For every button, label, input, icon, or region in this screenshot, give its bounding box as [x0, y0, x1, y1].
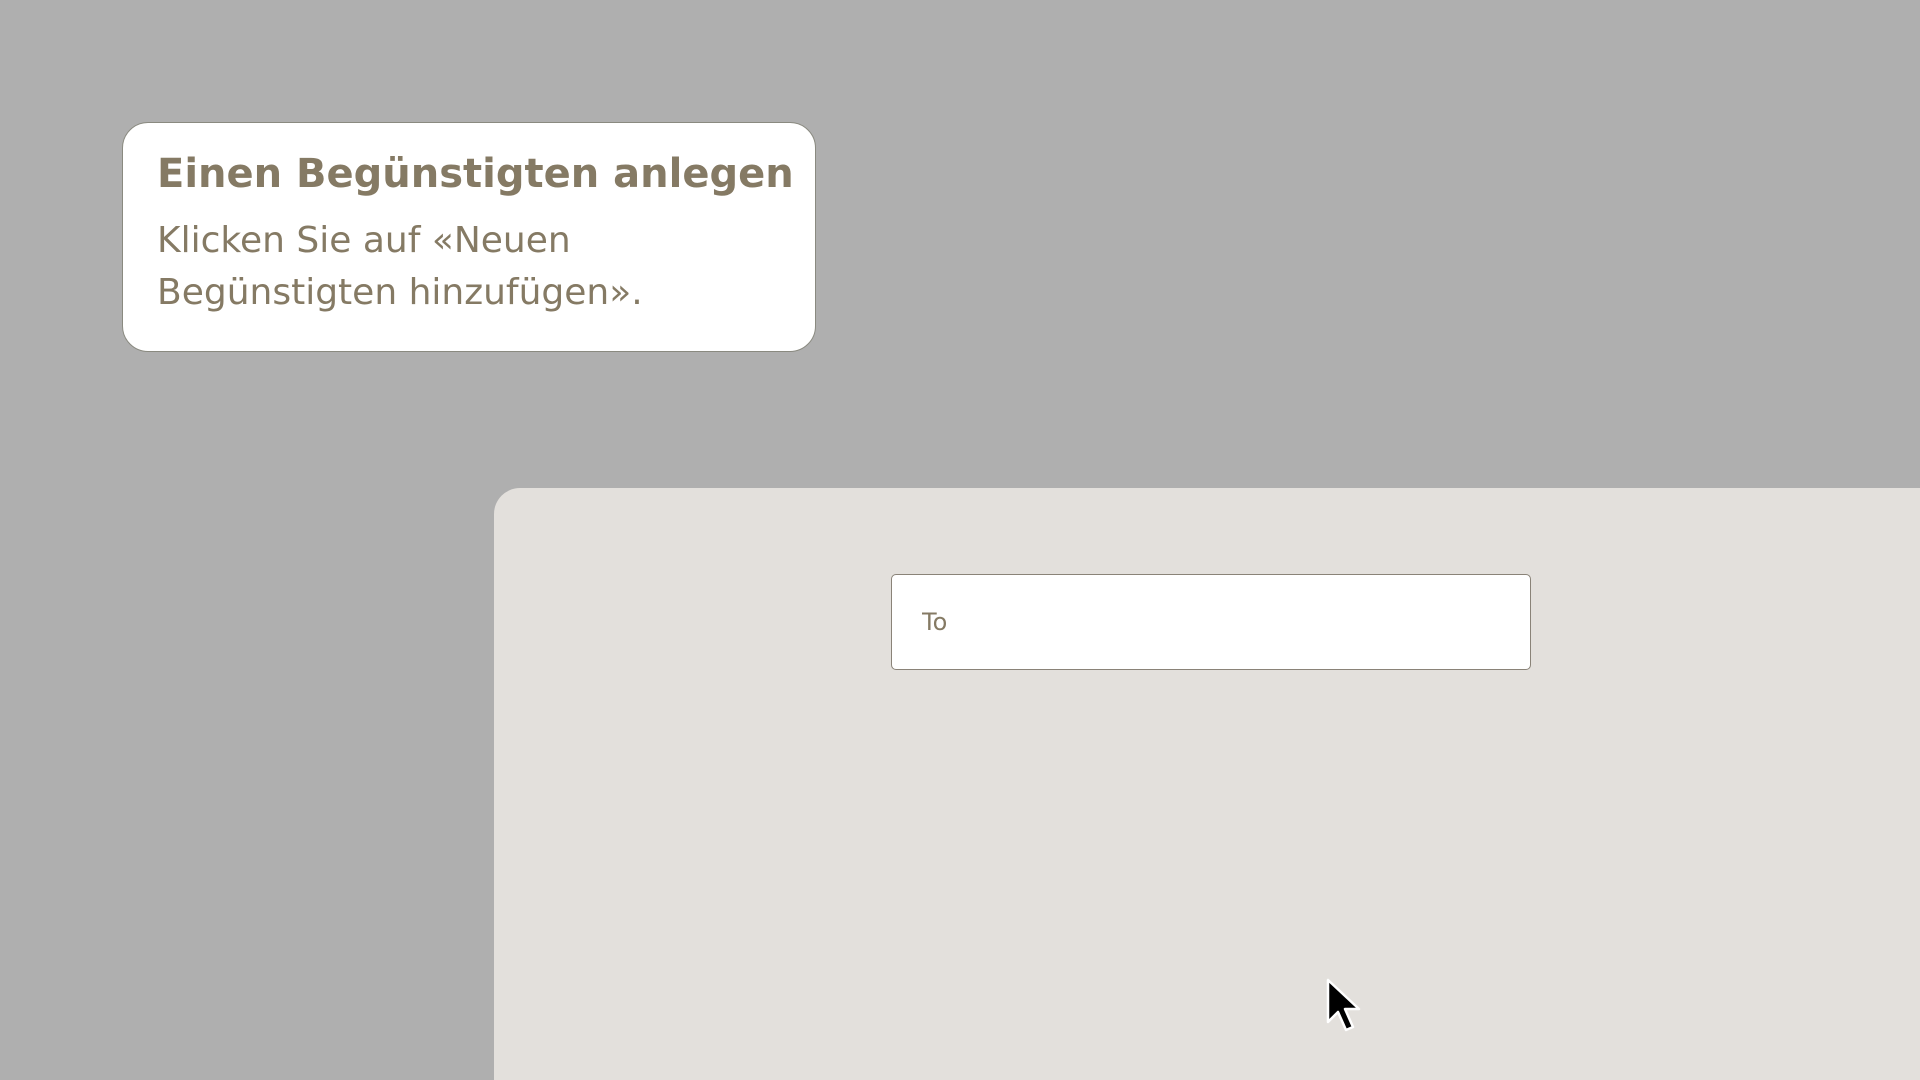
screen-overlay: Einen Begünstigten anlegen Klicken Sie a… [0, 0, 1920, 1080]
recipient-to-input[interactable] [891, 574, 1531, 670]
tooltip-title: Einen Begünstigten anlegen [157, 151, 794, 197]
mouse-cursor-icon [1326, 978, 1361, 1032]
tooltip-instruction: Klicken Sie auf «Neuen Begünstigten hinz… [157, 220, 643, 313]
tutorial-tooltip: Einen Begünstigten anlegen Klicken Sie a… [122, 122, 816, 352]
payment-form-panel [494, 488, 1920, 1080]
